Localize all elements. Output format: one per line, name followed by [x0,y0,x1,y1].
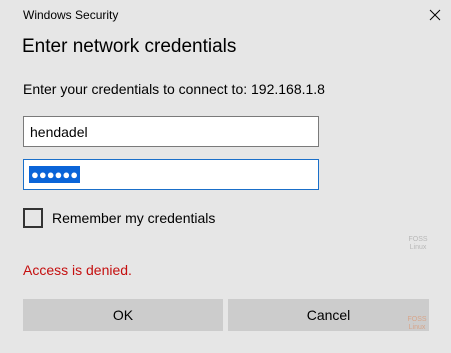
ok-button[interactable]: OK [23,299,223,331]
dialog-heading: Enter network credentials [22,36,237,57]
watermark-bottom-line-2: Linux [408,324,426,331]
username-value: hendadel [30,123,88,140]
remember-credentials-label[interactable]: Remember my credentials [52,209,215,227]
close-icon [429,9,440,21]
watermark-logo-bottom: FOSS Linux [404,316,430,346]
cancel-button[interactable]: Cancel [228,299,429,331]
watermark-bottom-line-1: FOSS [407,316,427,323]
watermark-line-2: Linux [409,244,427,251]
ok-button-label: OK [112,307,134,323]
password-field[interactable]: ●●●●●● [23,159,319,190]
password-mask: ●●●●●● [31,167,79,182]
error-message: Access is denied. [23,262,132,278]
cancel-button-label: Cancel [306,307,351,323]
credentials-dialog: Windows Security Enter network credentia… [0,0,451,353]
window-title: Windows Security [23,8,119,22]
close-button[interactable] [418,0,451,30]
username-field[interactable]: hendadel [23,116,319,147]
watermark-line-1: FOSS [408,236,428,243]
connection-prompt: Enter your credentials to connect to: 19… [23,81,325,97]
watermark-logo: FOSS Linux [408,236,428,252]
remember-credentials-checkbox[interactable] [23,208,43,228]
password-selection: ●●●●●● [29,166,81,183]
